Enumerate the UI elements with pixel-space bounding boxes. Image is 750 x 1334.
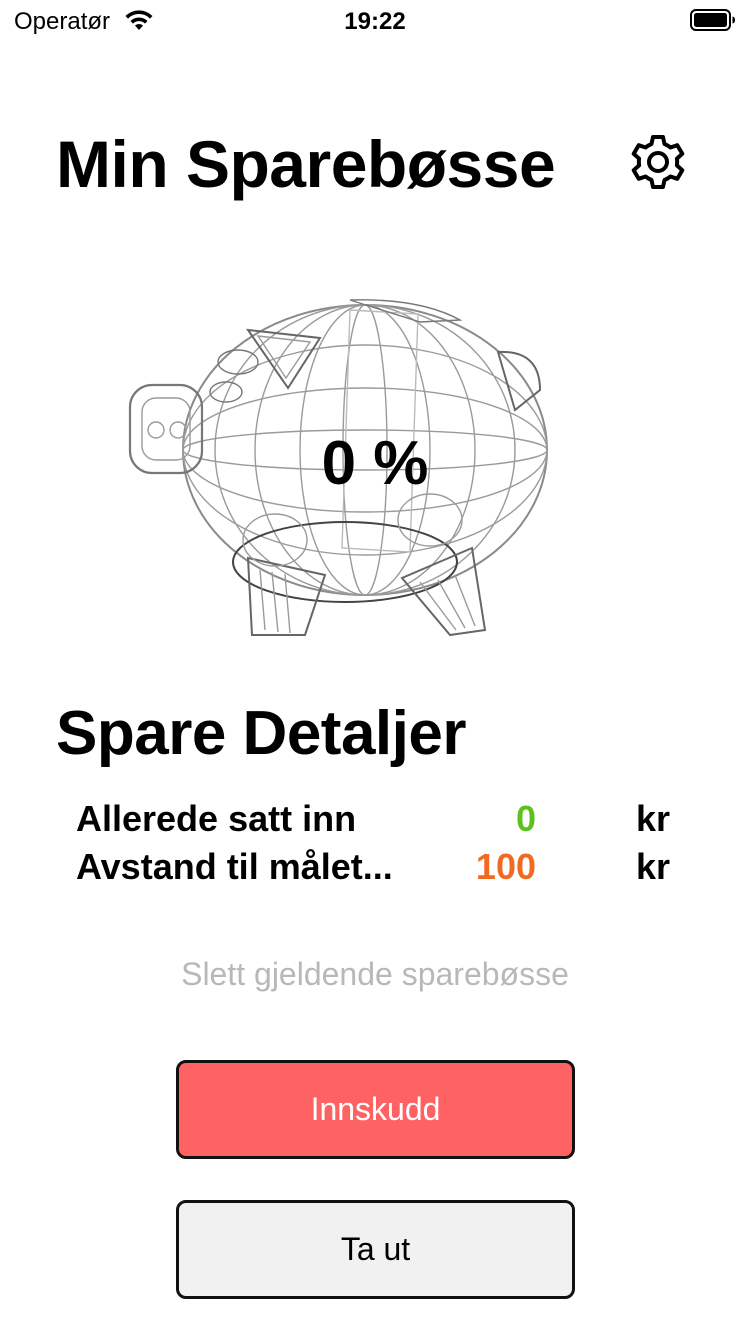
savings-progress-percent: 0 % (321, 429, 429, 498)
detail-row-deposited: Allerede satt inn 0 kr (76, 798, 696, 844)
app-screen: Operatør 19:22 Min Sparebøsse 0 % Spare … (0, 0, 750, 1334)
withdraw-button[interactable]: Ta ut (176, 1200, 575, 1299)
details-title: Spare Detaljer (56, 699, 467, 768)
status-bar: Operatør 19:22 (0, 0, 750, 40)
status-time: 19:22 (344, 8, 406, 35)
detail-value: 100 (475, 846, 536, 887)
detail-label: Allerede satt inn (76, 798, 357, 839)
detail-unit: kr (636, 798, 671, 839)
deposit-button[interactable]: Innskudd (176, 1060, 575, 1159)
detail-value: 0 (515, 798, 536, 839)
battery-icon (690, 9, 736, 31)
gear-icon (624, 135, 692, 200)
detail-unit: kr (636, 846, 671, 887)
detail-label: Avstand til målet... (76, 846, 393, 887)
detail-row-remaining: Avstand til målet... 100 kr (76, 846, 696, 892)
page-title: Min Sparebøsse (56, 127, 556, 201)
settings-button[interactable] (624, 128, 692, 196)
delete-piggy-bank-button[interactable]: Slett gjeldende sparebøsse (0, 956, 750, 993)
